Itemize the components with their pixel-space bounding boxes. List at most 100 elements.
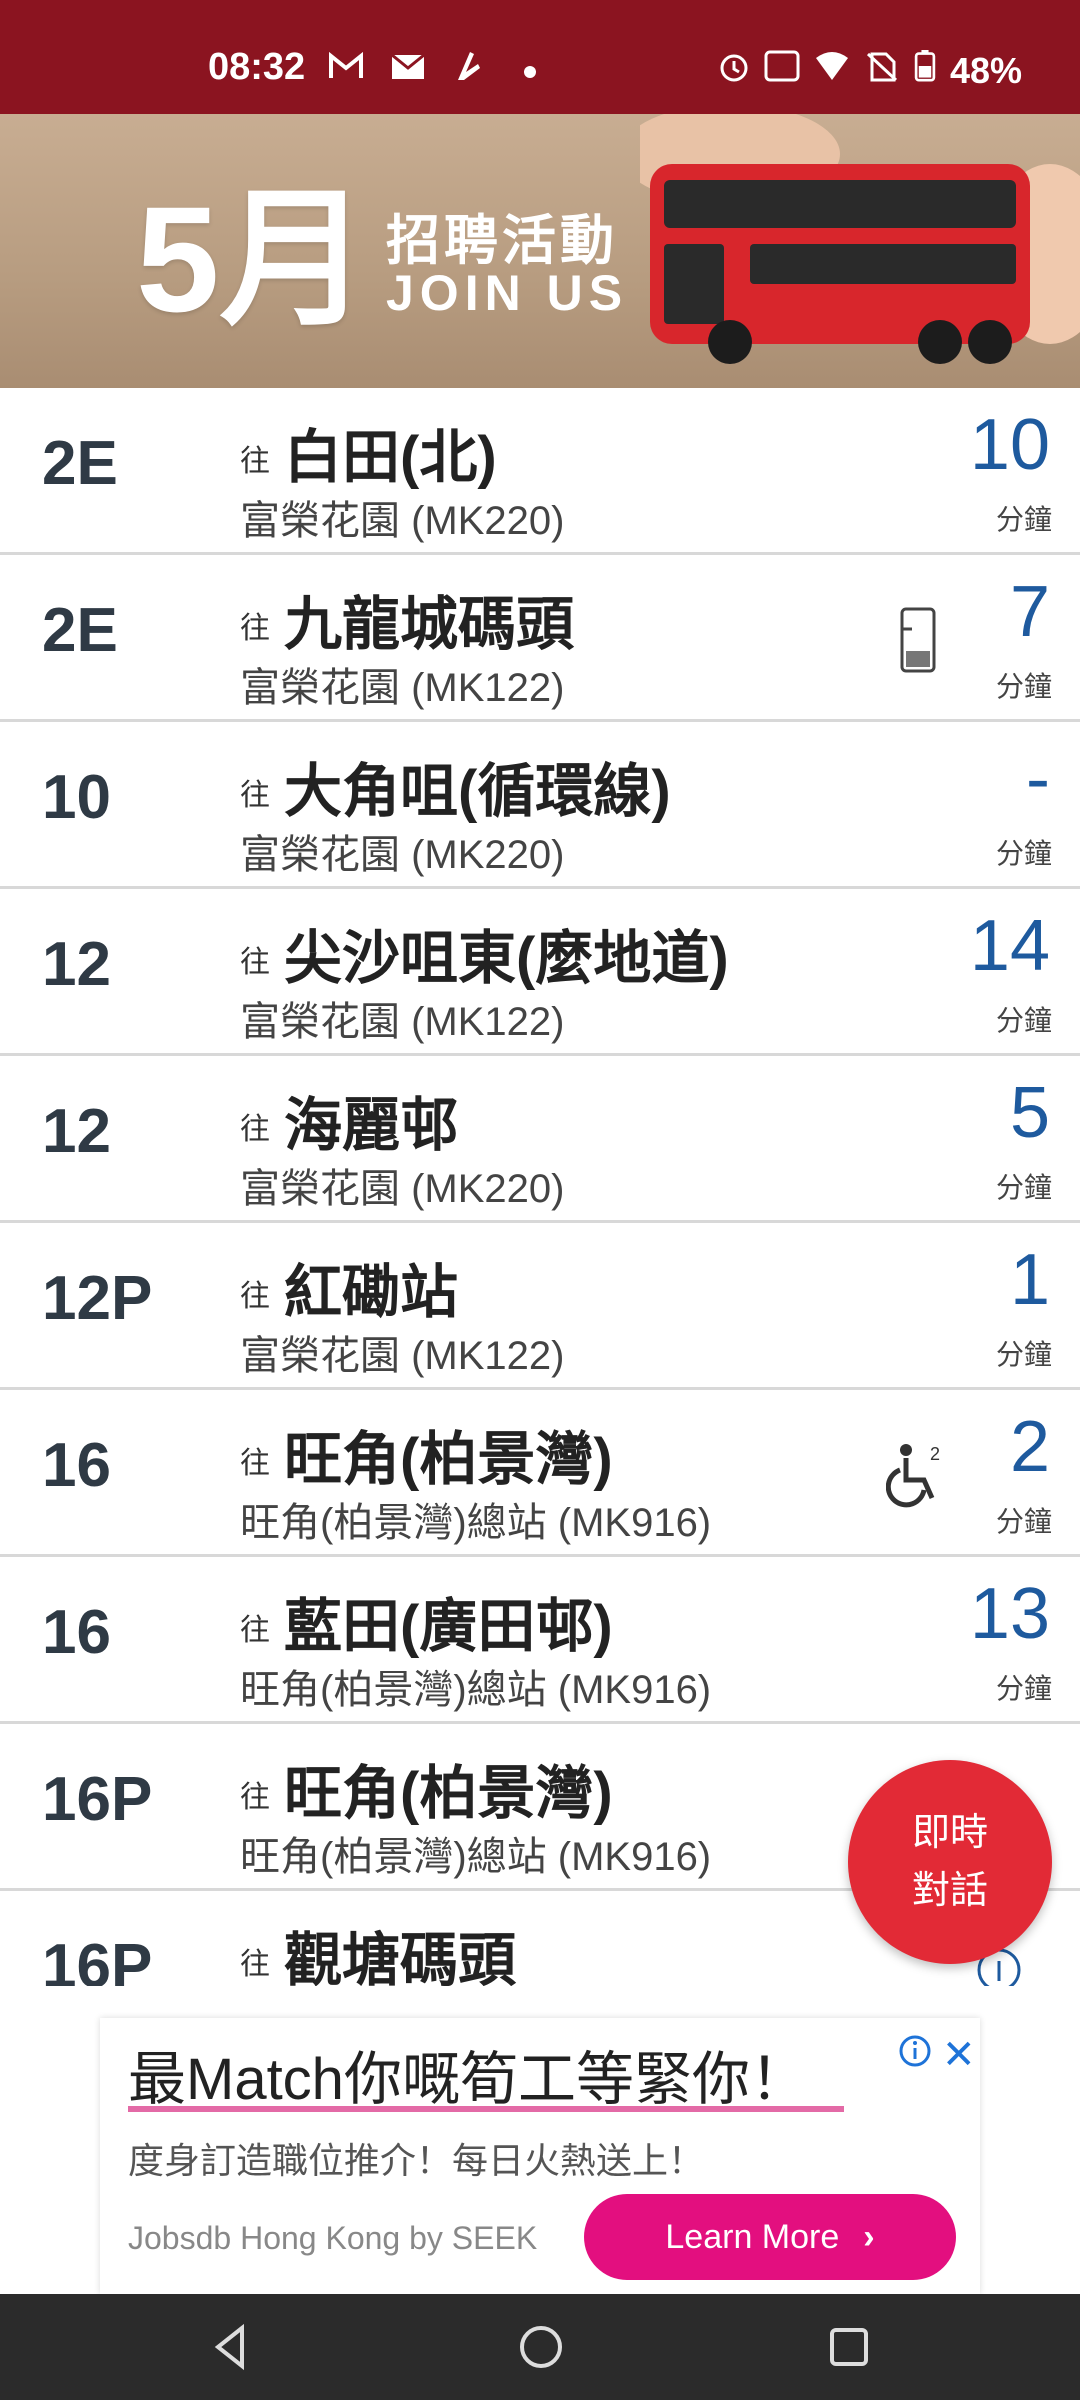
wifi-icon	[816, 52, 848, 80]
status-bar: 08:32 48%	[0, 0, 1080, 114]
ad-headline: 最Match你嘅筍工等緊你！	[128, 2047, 808, 2112]
low-occupancy-icon	[900, 607, 936, 673]
ad-info-icon[interactable]	[898, 2034, 932, 2068]
route-number: 16P	[42, 1765, 153, 1834]
eta-row[interactable]: 12 往 海麗邨 富榮花園 (MK220) 5 分鐘	[0, 1056, 1080, 1223]
chat-label-line1: 即時	[911, 1812, 988, 1854]
mail-icon	[391, 53, 425, 79]
eta-unit: 分鐘	[995, 1339, 1052, 1370]
gmail-icon	[329, 51, 363, 78]
stop-name: 富榮花園 (MK122)	[240, 1000, 565, 1044]
chevron-right-icon: ›	[863, 2217, 875, 2256]
direction-prefix: 往	[240, 1280, 270, 1313]
auto-icon	[764, 50, 800, 82]
route-number: 12	[42, 930, 111, 999]
route-number: 12	[42, 1097, 111, 1166]
eta-minutes: 7	[1009, 572, 1050, 652]
direction-prefix: 往	[240, 1948, 270, 1981]
direction-prefix: 往	[240, 1113, 270, 1146]
direction-prefix: 往	[240, 946, 270, 979]
stop-name: 旺角(柏景灣)總站 (MK916)	[240, 1835, 712, 1879]
destination: 旺角(柏景灣)	[284, 1427, 613, 1492]
destination: 大角咀(循環線)	[284, 759, 671, 824]
eta-unit: 分鐘	[995, 1005, 1052, 1036]
eta-minutes: 5	[1009, 1073, 1050, 1153]
stop-name: 富榮花園 (MK220)	[240, 499, 565, 543]
destination: 紅磡站	[284, 1260, 459, 1325]
eta-row[interactable]: 10 往 大角咀(循環線) 富榮花園 (MK220) - 分鐘	[0, 722, 1080, 889]
ad-close-icon[interactable]: ✕	[942, 2032, 976, 2078]
route-number: 2E	[42, 596, 118, 665]
stop-name: 富榮花園 (MK122)	[240, 1334, 565, 1378]
battery-percentage: 48%	[950, 50, 1023, 91]
direction-prefix: 往	[240, 1614, 270, 1647]
destination: 海麗邨	[284, 1093, 459, 1158]
banner-subtitle: JOIN US	[386, 265, 629, 321]
eta-row[interactable]: 2E 往 白田(北) 富榮花園 (MK220) 10 分鐘	[0, 388, 1080, 555]
ad-brand: Jobsdb Hong Kong by SEEK	[128, 2220, 538, 2256]
stop-name: 富榮花園 (MK122)	[240, 666, 565, 710]
eta-unit: 分鐘	[995, 504, 1052, 535]
eta-unit: 分鐘	[995, 1172, 1052, 1203]
route-number: 16	[42, 1431, 111, 1500]
eta-unit: 分鐘	[995, 838, 1052, 869]
stop-name: 旺角(柏景灣)總站 (MK916)	[240, 1668, 712, 1712]
eta-minutes: 14	[969, 906, 1050, 986]
eta-minutes: 13	[969, 1574, 1050, 1654]
route-number: 16	[42, 1598, 111, 1667]
system-nav-bar	[0, 2294, 1080, 2400]
route-number: 12P	[42, 1264, 153, 1333]
chat-label-line2: 對話	[911, 1870, 988, 1912]
eta-row[interactable]: 12P 往 紅磡站 富榮花園 (MK122) 1 分鐘	[0, 1223, 1080, 1390]
direction-prefix: 往	[240, 1447, 270, 1480]
eta-minutes: 1	[1009, 1240, 1050, 1320]
notification-dot	[524, 66, 536, 78]
back-icon[interactable]	[206, 2322, 256, 2372]
learn-more-label: Learn More	[665, 2217, 840, 2256]
alarm-icon	[720, 54, 748, 82]
eta-unit: 分鐘	[995, 1506, 1052, 1537]
banner-month: 5月	[136, 175, 370, 343]
eta-minutes: 10	[969, 405, 1050, 485]
advertisement[interactable]: 最Match你嘅筍工等緊你！ 度身訂造職位推介！每日火熱送上！ Jobsdb H…	[100, 2018, 980, 2294]
route-number: 10	[42, 763, 111, 832]
live-chat-button[interactable]: 即時 對話	[848, 1760, 1052, 1964]
route-number: 16P	[42, 1932, 153, 1986]
stop-name: 旺角(柏景灣)總站 (MK916)	[240, 1501, 712, 1545]
home-icon[interactable]	[516, 2322, 566, 2372]
eta-list[interactable]: 2E 往 白田(北) 富榮花園 (MK220) 10 分鐘 2E 往 九龍城碼頭…	[0, 388, 1080, 1986]
bus-illustration	[640, 114, 1080, 364]
eta-minutes: -	[1026, 739, 1050, 819]
route-number: 2E	[42, 429, 118, 498]
direction-prefix: 往	[240, 1781, 270, 1814]
eta-unit: 分鐘	[995, 1673, 1052, 1704]
svg-text:2: 2	[930, 1444, 940, 1464]
eta-row[interactable]: 16 往 旺角(柏景灣) 旺角(柏景灣)總站 (MK916) 2 2 分鐘	[0, 1390, 1080, 1557]
recruitment-banner[interactable]: 5月 招聘活動 JOIN US	[0, 114, 1080, 388]
eta-unit: 分鐘	[995, 671, 1052, 702]
destination: 白田(北)	[284, 425, 497, 490]
stop-name: 富榮花園 (MK220)	[240, 833, 565, 877]
stop-name: 富榮花園 (MK220)	[240, 1167, 565, 1211]
eta-row[interactable]: 12 往 尖沙咀東(麼地道) 富榮花園 (MK122) 14 分鐘	[0, 889, 1080, 1056]
no-sim-icon	[866, 52, 898, 82]
ad-subtext: 度身訂造職位推介！每日火熱送上！	[128, 2140, 705, 2181]
learn-more-button[interactable]: Learn More ›	[584, 2194, 956, 2280]
eta-row[interactable]: 16 往 藍田(廣田邨) 旺角(柏景灣)總站 (MK916) 13 分鐘	[0, 1557, 1080, 1724]
destination: 觀塘碼頭	[284, 1928, 517, 1986]
recents-icon[interactable]	[824, 2322, 874, 2372]
direction-prefix: 往	[240, 445, 270, 478]
destination: 旺角(柏景灣)	[284, 1761, 613, 1826]
destination: 尖沙咀東(麼地道)	[284, 926, 729, 991]
direction-prefix: 往	[240, 612, 270, 645]
app-icon	[458, 52, 480, 80]
wheelchair-icon: 2	[886, 1444, 940, 1508]
ad-underline	[128, 2106, 844, 2112]
eta-minutes: 2	[1009, 1407, 1050, 1487]
status-time: 08:32	[208, 46, 306, 88]
direction-prefix: 往	[240, 779, 270, 812]
destination: 藍田(廣田邨)	[284, 1594, 613, 1659]
battery-icon	[914, 50, 936, 82]
eta-row[interactable]: 2E 往 九龍城碼頭 富榮花園 (MK122) 7 分鐘	[0, 555, 1080, 722]
destination: 九龍城碼頭	[284, 592, 575, 657]
